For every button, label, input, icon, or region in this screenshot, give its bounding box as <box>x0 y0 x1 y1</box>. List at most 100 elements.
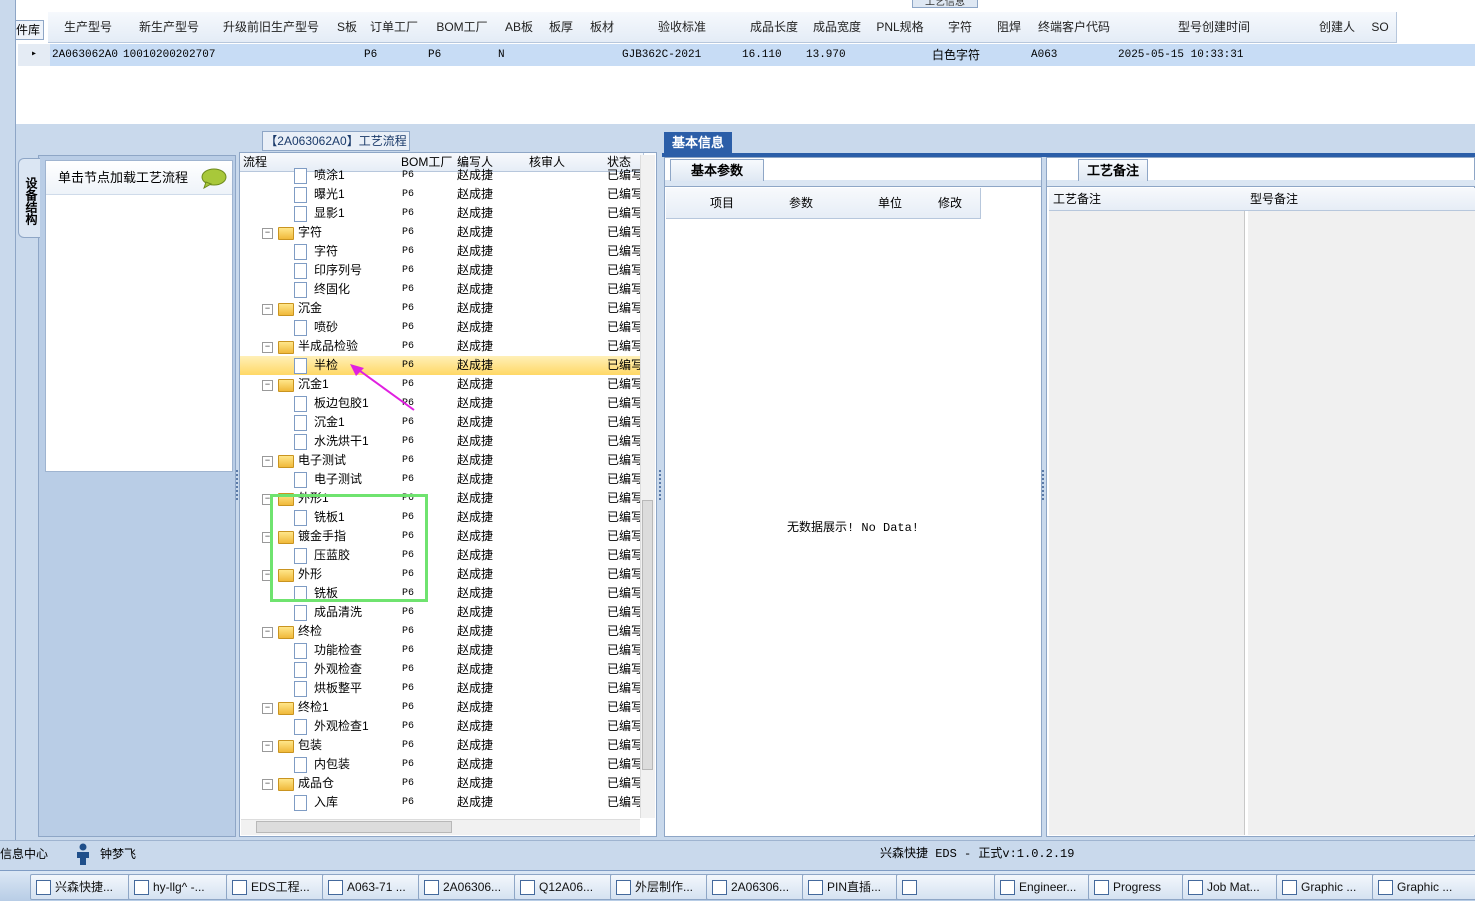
collapse-icon[interactable]: − <box>262 342 273 353</box>
col-new-model[interactable]: 新生产型号 <box>128 12 211 43</box>
tree-node-label[interactable]: 字符 <box>314 242 338 261</box>
tree-node-label[interactable]: 沉金1 <box>298 375 329 394</box>
tree-node-label[interactable]: 外观检查 <box>314 660 362 679</box>
tree-hscroll-thumb[interactable] <box>256 821 452 833</box>
tree-node-label[interactable]: 曝光1 <box>314 185 345 204</box>
tree-row[interactable]: 终固化 P6 赵成捷 已编写 <box>240 280 640 299</box>
col-prod-model[interactable]: 生产型号 <box>48 12 129 43</box>
col-ab-board[interactable]: AB板 <box>498 12 541 43</box>
collapse-icon[interactable]: − <box>262 228 273 239</box>
tree-row[interactable]: − 沉金 P6 赵成捷 已编写 <box>240 299 640 318</box>
cell-width[interactable]: 13.970 <box>806 44 846 66</box>
row-indicator[interactable]: ▸ <box>18 44 50 66</box>
tree-node-label[interactable]: 外观检查1 <box>314 717 369 736</box>
mid-splitter-grip[interactable] <box>659 470 664 500</box>
col-old-model[interactable]: 升级前旧生产型号 <box>210 12 333 43</box>
tree-node-label[interactable]: 终检1 <box>298 698 329 717</box>
tree-vscroll-thumb[interactable] <box>642 500 653 770</box>
tree-node-label[interactable]: 喷涂1 <box>314 166 345 185</box>
cell-length[interactable]: 16.110 <box>742 44 782 66</box>
tree-row[interactable]: 水洗烘干1 P6 赵成捷 已编写 <box>240 432 640 451</box>
tree-node-label[interactable]: 成品清洗 <box>314 603 362 622</box>
tree-node-label[interactable]: 印序列号 <box>314 261 362 280</box>
tree-node-label[interactable]: 终检 <box>298 622 322 641</box>
tab-process-info[interactable]: 工艺信息 <box>912 0 978 8</box>
tree-node-label[interactable]: 显影1 <box>314 204 345 223</box>
cell-char[interactable]: 白色字符 <box>932 44 980 66</box>
tree-row[interactable]: 显影1 P6 赵成捷 已编写 <box>240 204 640 223</box>
col-customer[interactable]: 终端客户代码 <box>1030 12 1119 43</box>
cell-customer[interactable]: A063 <box>1031 44 1057 66</box>
col-param[interactable]: 参数 <box>742 188 861 219</box>
tree-row[interactable]: 沉金1 P6 赵成捷 已编写 <box>240 413 640 432</box>
tree-row[interactable]: − 沉金1 P6 赵成捷 已编写 <box>240 375 640 394</box>
tree-node-label[interactable]: 入库 <box>314 793 338 812</box>
left-splitter-grip[interactable] <box>236 470 241 500</box>
tab-process-notes[interactable]: 工艺备注 <box>1078 159 1148 181</box>
tab-basic-params[interactable]: 基本参数 <box>670 159 764 181</box>
collapse-icon[interactable]: − <box>262 304 273 315</box>
tree-row[interactable]: − 电子测试 P6 赵成捷 已编写 <box>240 451 640 470</box>
tree-row[interactable]: 电子测试 P6 赵成捷 已编写 <box>240 470 640 489</box>
col-thickness[interactable]: 板厚 <box>540 12 583 43</box>
tree-node-label[interactable]: 字符 <box>298 223 322 242</box>
tree-row[interactable]: − 半成品检验 P6 赵成捷 已编写 <box>240 337 640 356</box>
process-note-text[interactable] <box>1049 211 1245 835</box>
tree-row[interactable]: 字符 P6 赵成捷 已编写 <box>240 242 640 261</box>
col-modify[interactable]: 修改 <box>920 188 981 219</box>
cell-standard[interactable]: GJB362C-2021 <box>622 44 701 66</box>
collapse-icon[interactable]: − <box>262 627 273 638</box>
tree-row[interactable]: 成品清洗 P6 赵成捷 已编写 <box>240 603 640 622</box>
col-so[interactable]: SO <box>1364 12 1397 43</box>
tree-row[interactable]: 外观检查 P6 赵成捷 已编写 <box>240 660 640 679</box>
col-s-board[interactable]: S板 <box>332 12 363 43</box>
tree-node-label[interactable]: 内包装 <box>314 755 350 774</box>
tab-basic-info[interactable]: 基本信息 <box>664 132 732 154</box>
tree-row[interactable]: − 成品仓 P6 赵成捷 已编写 <box>240 774 640 793</box>
col-solder[interactable]: 阻焊 <box>988 12 1031 43</box>
cell-prod-model[interactable]: 2A063062A0 <box>52 44 118 66</box>
tree-node-label[interactable]: 电子测试 <box>314 470 362 489</box>
collapse-icon[interactable]: − <box>262 456 273 467</box>
cell-new-model[interactable]: 10010200202707 <box>123 44 215 66</box>
info-center-link[interactable]: 信息中心 <box>0 846 48 862</box>
tree-node-label[interactable]: 半成品检验 <box>298 337 358 356</box>
tree-node-label[interactable]: 沉金1 <box>314 413 345 432</box>
col-bom-factory[interactable]: BOM工厂 <box>426 12 499 43</box>
tree-node-label[interactable]: 电子测试 <box>298 451 346 470</box>
horizontal-splitter[interactable] <box>16 124 1475 132</box>
tree-node-label[interactable]: 包装 <box>298 736 322 755</box>
collapse-icon[interactable]: − <box>262 741 273 752</box>
col-width[interactable]: 成品宽度 <box>806 12 869 43</box>
tree-row[interactable]: 外观检查1 P6 赵成捷 已编写 <box>240 717 640 736</box>
col-order-factory[interactable]: 订单工厂 <box>362 12 427 43</box>
tree-row[interactable]: − 终检1 P6 赵成捷 已编写 <box>240 698 640 717</box>
model-note-text[interactable] <box>1248 211 1475 835</box>
col-created[interactable]: 型号创建时间 <box>1118 12 1311 43</box>
tree-row[interactable]: − 终检 P6 赵成捷 已编写 <box>240 622 640 641</box>
cell-order-factory[interactable]: P6 <box>364 44 377 66</box>
tree-node-label[interactable]: 沉金 <box>298 299 322 318</box>
col-item[interactable]: 项目 <box>702 188 743 219</box>
taskbar-item[interactable]: Graphic ... <box>1372 874 1475 900</box>
collapse-icon[interactable]: − <box>262 380 273 391</box>
col-creator[interactable]: 创建人 <box>1310 12 1365 43</box>
col-standard[interactable]: 验收标准 <box>622 12 743 43</box>
col-pnl[interactable]: PNL规格 <box>868 12 933 43</box>
tree-row[interactable]: 喷砂 P6 赵成捷 已编写 <box>240 318 640 337</box>
tree-node-label[interactable]: 烘板整平 <box>314 679 362 698</box>
tree-row[interactable]: 内包装 P6 赵成捷 已编写 <box>240 755 640 774</box>
tree-node-label[interactable]: 功能检查 <box>314 641 362 660</box>
cell-created[interactable]: 2025-05-15 10:33:31 <box>1118 44 1243 66</box>
cell-bom-factory[interactable]: P6 <box>428 44 441 66</box>
collapse-icon[interactable]: − <box>262 703 273 714</box>
col-char[interactable]: 字符 <box>932 12 989 43</box>
tree-node-label[interactable]: 喷砂 <box>314 318 338 337</box>
tree-row[interactable]: 半检 P6 赵成捷 已编写 <box>240 356 640 375</box>
tree-row[interactable]: 烘板整平 P6 赵成捷 已编写 <box>240 679 640 698</box>
right-splitter-grip[interactable] <box>1042 470 1047 500</box>
tree-row[interactable]: 板边包胶1 P6 赵成捷 已编写 <box>240 394 640 413</box>
tree-node-label[interactable]: 终固化 <box>314 280 350 299</box>
tab-device-structure[interactable]: 设备结构 <box>18 158 40 238</box>
tree-node-label[interactable]: 半检 <box>314 356 338 375</box>
